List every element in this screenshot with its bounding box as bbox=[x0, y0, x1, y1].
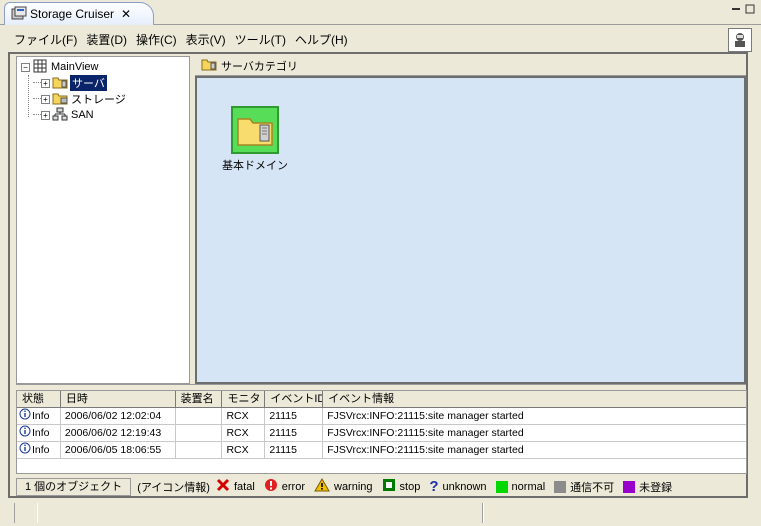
column-status[interactable]: 状態 bbox=[17, 391, 61, 407]
expand-icon[interactable]: + bbox=[41, 94, 50, 104]
tree-item-mainview[interactable]: − MainView bbox=[21, 59, 99, 75]
column-monitor[interactable]: モニタ bbox=[222, 391, 266, 407]
storage-cruiser-icon bbox=[11, 6, 27, 23]
row-datetime: 2006/06/02 12:19:43 bbox=[61, 425, 176, 441]
unknown-icon: ? bbox=[429, 478, 439, 495]
warning-icon bbox=[314, 478, 330, 495]
legend-unregistered: 未登録 bbox=[639, 481, 673, 494]
row-device bbox=[176, 408, 223, 424]
tab-storage-cruiser[interactable]: Storage Cruiser ✕ bbox=[4, 2, 154, 25]
status-cell bbox=[14, 503, 38, 523]
status-bar bbox=[0, 500, 761, 526]
row-event-info: FJSVrcx:INFO:21115:site manager started bbox=[327, 444, 524, 456]
menu-device[interactable]: 装置(D) bbox=[86, 31, 127, 48]
content-header: サーバカテゴリ bbox=[195, 56, 746, 76]
event-table-header: 状態 日時 装置名 モニタ イベントID イベント情報 bbox=[17, 391, 746, 408]
menu-operation[interactable]: 操作(C) bbox=[136, 31, 177, 48]
legend-warning: warning bbox=[334, 480, 373, 493]
tree-label-storage: ストレージ bbox=[71, 94, 126, 106]
close-icon[interactable]: ✕ bbox=[121, 7, 131, 21]
maximize-icon[interactable] bbox=[745, 4, 755, 17]
table-row[interactable]: Info 2006/06/02 12:19:43 RCX 21115 FJSVr… bbox=[17, 425, 746, 442]
content-pane: 基本ドメイン bbox=[195, 76, 746, 384]
san-network-icon bbox=[52, 107, 68, 124]
stop-icon bbox=[382, 478, 396, 495]
row-datetime: 2006/06/05 18:06:55 bbox=[61, 442, 176, 458]
error-icon bbox=[264, 478, 278, 495]
server-folder-icon bbox=[52, 75, 68, 92]
legend-unknown: unknown bbox=[442, 480, 487, 493]
tree-item-storage[interactable]: + ストレージ bbox=[41, 91, 126, 107]
legend-comm-error: 通信不可 bbox=[570, 481, 615, 494]
status-cell bbox=[482, 503, 484, 523]
row-event-info: FJSVrcx:INFO:21115:site manager started bbox=[327, 410, 524, 422]
menu-file[interactable]: ファイル(F) bbox=[14, 31, 77, 48]
unregistered-swatch-icon bbox=[623, 480, 636, 493]
tree-label-san: SAN bbox=[71, 109, 94, 121]
row-event-id: 21115 bbox=[265, 408, 324, 424]
legend-error: error bbox=[281, 480, 305, 493]
domain-folder-icon bbox=[237, 118, 273, 146]
menu-tools[interactable]: ツール(T) bbox=[235, 31, 286, 48]
legend-fatal: fatal bbox=[233, 480, 255, 493]
operator-icon-button[interactable] bbox=[728, 27, 752, 52]
server-category-icon bbox=[201, 57, 217, 74]
expand-icon[interactable]: + bbox=[41, 78, 50, 88]
storage-folder-icon bbox=[52, 91, 68, 108]
tree-label-server: サーバ bbox=[70, 75, 107, 91]
domain-status-box[interactable] bbox=[231, 106, 279, 154]
row-device bbox=[176, 425, 223, 441]
tree-view: − MainView + サーバ + ストレージ + SAN bbox=[16, 56, 190, 384]
row-monitor: RCX bbox=[222, 425, 266, 441]
info-icon bbox=[19, 425, 31, 441]
row-status: Info bbox=[32, 444, 50, 456]
column-event-id[interactable]: イベントID bbox=[265, 391, 324, 407]
main-frame: − MainView + サーバ + ストレージ + SAN サーバカテゴリ 基… bbox=[8, 52, 748, 498]
expand-icon[interactable]: + bbox=[41, 110, 50, 120]
column-device[interactable]: 装置名 bbox=[176, 391, 223, 407]
tab-title: Storage Cruiser bbox=[30, 7, 115, 21]
editor-tab-bar: Storage Cruiser ✕ bbox=[0, 0, 761, 25]
row-status: Info bbox=[32, 410, 50, 422]
row-event-id: 21115 bbox=[265, 425, 324, 441]
legend-stop: stop bbox=[399, 480, 421, 493]
column-datetime[interactable]: 日時 bbox=[61, 391, 176, 407]
domain-item[interactable]: 基本ドメイン bbox=[213, 106, 297, 173]
menu-bar: ファイル(F) 装置(D) 操作(C) 表示(V) ツール(T) ヘルプ(H) bbox=[8, 26, 754, 53]
mainview-icon bbox=[33, 59, 47, 76]
content-header-title: サーバカテゴリ bbox=[221, 60, 298, 73]
icon-info-label: (アイコン情報) bbox=[137, 481, 210, 494]
menu-view[interactable]: 表示(V) bbox=[186, 31, 226, 48]
row-monitor: RCX bbox=[222, 408, 266, 424]
legend-bar: 1 個のオブジェクト (アイコン情報) fatal error warning … bbox=[16, 477, 747, 496]
event-table: 状態 日時 装置名 モニタ イベントID イベント情報 Info 2006/06… bbox=[16, 390, 747, 474]
horizontal-splitter[interactable] bbox=[16, 384, 746, 388]
tree-item-server[interactable]: + サーバ bbox=[41, 75, 107, 91]
info-icon bbox=[19, 408, 31, 424]
tree-label-mainview: MainView bbox=[51, 61, 99, 73]
tree-item-san[interactable]: + SAN bbox=[41, 107, 94, 123]
legend-normal: normal bbox=[511, 480, 546, 493]
row-monitor: RCX bbox=[222, 442, 266, 458]
menu-help[interactable]: ヘルプ(H) bbox=[295, 31, 348, 48]
fatal-icon bbox=[216, 478, 230, 495]
row-device bbox=[176, 442, 223, 458]
table-row[interactable]: Info 2006/06/05 18:06:55 RCX 21115 FJSVr… bbox=[17, 442, 746, 459]
normal-swatch-icon bbox=[495, 480, 508, 493]
comm-error-swatch-icon bbox=[554, 480, 567, 493]
collapse-icon[interactable]: − bbox=[21, 62, 30, 72]
row-status: Info bbox=[32, 427, 50, 439]
domain-label: 基本ドメイン bbox=[222, 160, 288, 172]
info-icon bbox=[19, 442, 31, 458]
minimize-icon[interactable] bbox=[731, 4, 741, 17]
row-event-info: FJSVrcx:INFO:21115:site manager started bbox=[327, 427, 524, 439]
object-count: 1 個のオブジェクト bbox=[16, 477, 132, 496]
row-event-id: 21115 bbox=[265, 442, 324, 458]
row-datetime: 2006/06/02 12:02:04 bbox=[61, 408, 176, 424]
column-event-info[interactable]: イベント情報 bbox=[323, 391, 746, 407]
table-row[interactable]: Info 2006/06/02 12:02:04 RCX 21115 FJSVr… bbox=[17, 408, 746, 425]
